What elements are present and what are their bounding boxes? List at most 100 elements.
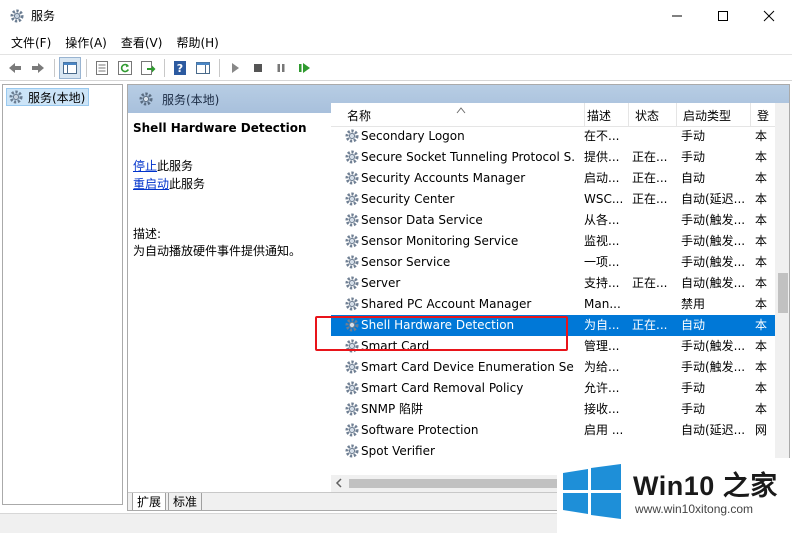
tab-extended[interactable]: 扩展 [132,493,167,510]
console-tree: 服务(本地) [2,84,123,505]
toolbar-separator [164,58,165,77]
vertical-scroll-thumb[interactable] [778,273,788,313]
cell-name: Secondary Logon [361,129,465,143]
export-list-icon [141,60,156,75]
scroll-left-arrow-icon[interactable] [335,477,343,489]
cell-startup-type: 自动(延迟... [681,423,746,437]
toolbar-separator [219,58,220,77]
table-row[interactable]: Security Center WSC... 正在... 自动(延迟... 本 [331,189,775,210]
column-header-description[interactable]: 描述 [581,103,629,127]
pause-service-button[interactable] [270,57,292,79]
cell-logon: 本 [755,129,768,143]
menu-help[interactable]: 帮助(H) [169,34,225,51]
cell-name: Spot Verifier [361,444,435,458]
watermark: Win10 之家 www.win10xitong.com [557,458,792,533]
column-header-status[interactable]: 状态 [629,103,677,127]
forward-button[interactable] [27,57,49,79]
svg-text:?: ? [177,62,183,75]
maximize-icon [718,10,728,21]
cell-status [632,336,678,357]
cell-description: 管理... [584,339,620,353]
cell-description: 提供... [584,150,620,164]
cell-startup-type: 禁用 [681,297,706,311]
properties-icon [96,60,108,75]
table-row[interactable]: Security Accounts Manager 启动... 正在... 自动 本 [331,168,775,189]
cell-description: 监视... [584,234,620,248]
table-row[interactable]: Sensor Service 一项... 手动(触发... 本 [331,252,775,273]
services-panel: 服务(本地) Shell Hardware Detection 停止此服务 重启… [127,84,790,511]
vertical-scrollbar[interactable] [775,103,789,475]
table-row[interactable]: Server 支持... 正在... 自动(触发... 本 [331,273,775,294]
table-row[interactable]: Sensor Data Service 从各... 手动(触发... 本 [331,210,775,231]
action-pane-icon [196,61,210,74]
maximize-button[interactable] [700,0,746,31]
show-console-tree-button[interactable] [59,56,81,79]
sort-ascending-icon [456,107,466,114]
cell-logon: 本 [755,297,768,311]
close-button[interactable] [746,0,792,31]
stop-service-suffix: 此服务 [157,159,194,173]
cell-startup-type: 手动(触发... [681,213,746,227]
cell-status [632,210,678,231]
table-row[interactable]: Smart Card Device Enumeration Se... 为给...… [331,357,775,378]
services-gear-icon [10,9,24,22]
cell-name: Smart Card Removal Policy [361,381,524,395]
start-service-button[interactable] [224,57,246,79]
restart-service-action: 重启动此服务 [133,175,205,192]
cell-name: Secure Socket Tunneling Protocol S... [361,150,575,164]
table-row[interactable]: Smart Card 管理... 手动(触发... 本 [331,336,775,357]
table-row[interactable]: SNMP 陷阱 接收... 手动 本 [331,399,775,420]
horizontal-scroll-thumb[interactable] [349,479,559,488]
cell-status [632,294,678,315]
refresh-button[interactable] [114,57,136,79]
cell-logon: 本 [755,213,768,227]
table-row[interactable]: Secondary Logon 在不... 手动 本 [331,126,775,147]
cell-name: Shell Hardware Detection [361,318,515,332]
column-header-startup-type[interactable]: 启动类型 [677,103,751,127]
stop-service-button[interactable] [247,57,269,79]
restart-service-button[interactable] [293,57,315,79]
cell-name: Server [361,276,401,290]
menu-action[interactable]: 操作(A) [58,34,114,51]
cell-startup-type: 手动(触发... [681,339,746,353]
back-button[interactable] [4,57,26,79]
properties-button[interactable] [91,57,113,79]
stop-service-link[interactable]: 停止 [133,159,157,173]
help-button[interactable]: ? [169,57,191,79]
restart-service-link[interactable]: 重启动 [133,177,169,191]
tab-standard[interactable]: 标准 [168,493,203,510]
help-icon: ? [174,60,186,75]
restart-service-suffix: 此服务 [169,177,206,191]
pause-icon [277,63,285,72]
services-gear-icon [9,90,23,104]
cell-name: Shared PC Account Manager [361,297,532,311]
export-list-button[interactable] [137,57,159,79]
table-row[interactable]: Shared PC Account Manager Man... 禁用 本 [331,294,775,315]
table-row[interactable]: Sensor Monitoring Service 监视... 手动(触发... 本 [331,231,775,252]
cell-description: 接收... [584,402,620,416]
cell-startup-type: 自动 [681,318,706,332]
cell-name: Sensor Service [361,255,451,269]
cell-name: Security Accounts Manager [361,171,526,185]
menu-file[interactable]: 文件(F) [4,34,58,51]
table-row[interactable]: Secure Socket Tunneling Protocol S... 提供.… [331,147,775,168]
table-row[interactable]: Software Protection 启用 ... 自动(延迟... 网 [331,420,775,441]
cell-description: 一项... [584,255,620,269]
show-action-pane-button[interactable] [192,57,214,79]
watermark-brand: Win10 之家 [633,471,778,501]
cell-description: 在不... [584,129,620,143]
cell-logon: 本 [755,171,768,185]
toolbar-separator [54,58,55,77]
table-row[interactable]: Smart Card Removal Policy 允许... 手动 本 [331,378,775,399]
cell-startup-type: 自动(延迟... [681,192,746,206]
refresh-icon [118,60,132,75]
menu-view[interactable]: 查看(V) [114,34,170,51]
cell-startup-type: 手动(触发... [681,360,746,374]
cell-name: Software Protection [361,423,479,437]
cell-name: Security Center [361,192,455,206]
column-header-logon[interactable]: 登 [751,103,775,127]
tree-item-services-local[interactable]: 服务(本地) [6,88,90,106]
minimize-button[interactable] [654,0,700,31]
cell-startup-type: 自动 [681,171,706,185]
table-row-selected[interactable]: Shell Hardware Detection 为自... 正在... 自动 本 [331,315,775,336]
